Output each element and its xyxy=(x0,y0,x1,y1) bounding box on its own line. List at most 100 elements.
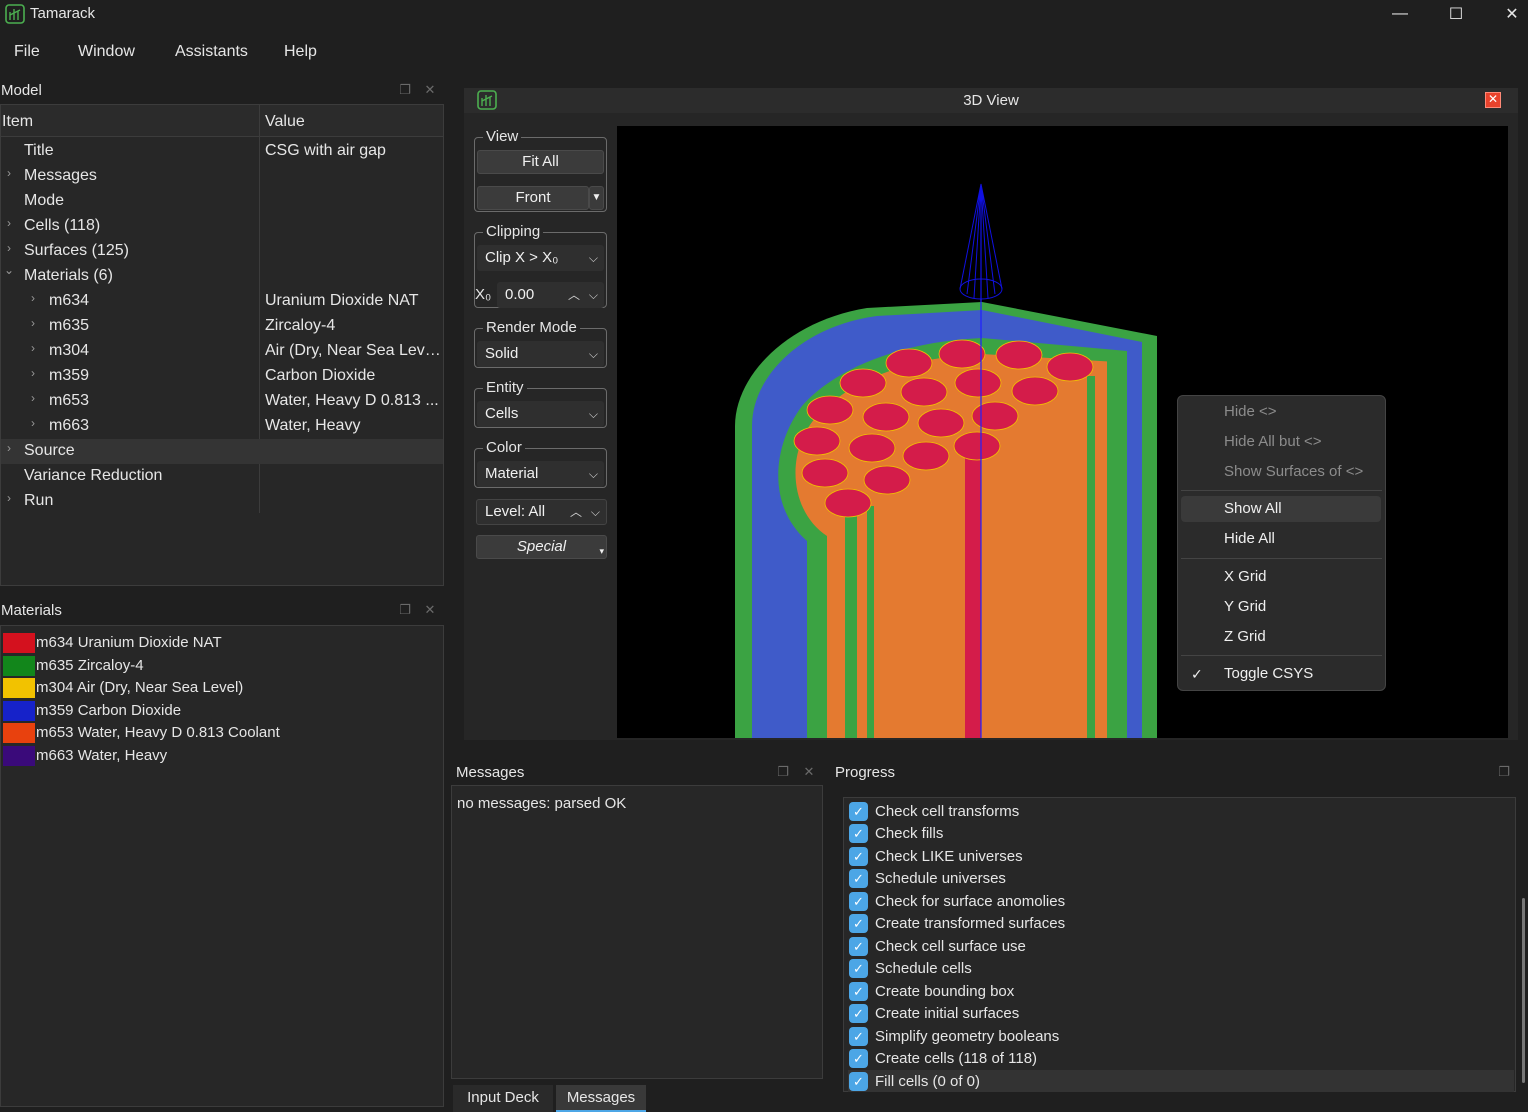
tree-row-variance-reduction[interactable]: Variance Reduction xyxy=(1,464,443,489)
close-icon[interactable]: ✕ xyxy=(422,82,438,98)
float-icon[interactable]: ❐ xyxy=(1496,764,1512,780)
close-icon[interactable]: ✕ xyxy=(1485,92,1501,108)
tree-row-m663[interactable]: › m663 Water, Heavy xyxy=(1,414,443,439)
level-spinbox[interactable]: Level: All ︿ ⌵ xyxy=(476,499,607,525)
menu-file[interactable]: File xyxy=(14,43,40,61)
chevron-right-icon[interactable]: › xyxy=(3,241,15,255)
tree-row-materials[interactable]: ⌄ Materials (6) xyxy=(1,263,443,289)
special-button[interactable]: Special ▾ xyxy=(476,535,607,559)
menu-assistants[interactable]: Assistants xyxy=(175,43,248,61)
ctx-show-surfaces-of[interactable]: Show Surfaces of <> xyxy=(1181,459,1381,485)
tree-row-cells[interactable]: › Cells (118) xyxy=(1,214,443,239)
float-icon[interactable]: ❐ xyxy=(397,602,413,618)
chevron-down-icon[interactable]: ⌵ xyxy=(591,500,600,524)
fit-all-button[interactable]: Fit All xyxy=(477,150,604,174)
progress-list[interactable]: ✓ Check cell transforms ✓ Check fills ✓ Che… xyxy=(843,797,1516,1092)
ctx-z-grid[interactable]: Z Grid xyxy=(1181,624,1381,650)
chevron-right-icon[interactable]: › xyxy=(3,166,15,180)
tab-messages[interactable]: Messages xyxy=(556,1085,646,1112)
progress-panel-title: Progress ❐ xyxy=(835,760,1528,784)
ctx-hide[interactable]: Hide <> xyxy=(1181,399,1381,425)
chevron-right-icon[interactable]: › xyxy=(27,416,39,430)
column-value[interactable]: Value xyxy=(265,113,305,131)
ctx-y-grid[interactable]: Y Grid xyxy=(1181,594,1381,620)
close-button[interactable]: ✕ xyxy=(1484,0,1528,28)
tree-row-title[interactable]: Title CSG with air gap xyxy=(1,139,443,164)
tree-row-run[interactable]: › Run xyxy=(1,489,443,514)
checkbox-checked-icon[interactable]: ✓ xyxy=(849,892,868,911)
view3d-title: 3D View xyxy=(963,92,1019,109)
tree-row-m634[interactable]: › m634 Uranium Dioxide NAT xyxy=(1,289,443,314)
checkbox-checked-icon[interactable]: ✓ xyxy=(849,802,868,821)
checkbox-checked-icon[interactable]: ✓ xyxy=(849,937,868,956)
checkbox-checked-icon[interactable]: ✓ xyxy=(849,914,868,933)
front-view-button[interactable]: Front xyxy=(477,186,589,210)
checkbox-checked-icon[interactable]: ✓ xyxy=(849,869,868,888)
material-swatch xyxy=(3,656,35,676)
ctx-x-grid[interactable]: X Grid xyxy=(1181,564,1381,590)
chevron-right-icon[interactable]: › xyxy=(27,341,39,355)
menu-help[interactable]: Help xyxy=(284,43,317,61)
tree-row-mode[interactable]: Mode xyxy=(1,189,443,214)
chevron-right-icon[interactable]: › xyxy=(27,391,39,405)
chevron-up-icon[interactable]: ︿ xyxy=(570,500,582,524)
x0-label: X₀ xyxy=(475,286,492,303)
chevron-right-icon[interactable]: › xyxy=(27,291,39,305)
checkbox-checked-icon[interactable]: ✓ xyxy=(849,847,868,866)
checkbox-checked-icon[interactable]: ✓ xyxy=(849,1072,868,1091)
checkbox-checked-icon[interactable]: ✓ xyxy=(849,1049,868,1068)
color-select[interactable]: Material ⌵ xyxy=(477,461,604,487)
chevron-right-icon[interactable]: › xyxy=(3,441,15,455)
entity-select[interactable]: Cells ⌵ xyxy=(477,401,604,427)
progress-item: ✓ Check fills xyxy=(848,822,1514,844)
render-mode-select[interactable]: Solid ⌵ xyxy=(477,341,604,367)
ctx-show-all[interactable]: Show All xyxy=(1181,496,1381,522)
ctx-hide-all-but[interactable]: Hide All but <> xyxy=(1181,429,1381,455)
progress-scrollbar[interactable] xyxy=(1522,898,1525,1083)
checkbox-checked-icon[interactable]: ✓ xyxy=(849,1027,868,1046)
chevron-right-icon[interactable]: › xyxy=(27,366,39,380)
chevron-down-icon[interactable]: ⌄ xyxy=(3,263,15,277)
float-icon[interactable]: ❐ xyxy=(775,764,791,780)
tree-row-m653[interactable]: › m653 Water, Heavy D 0.813 ... xyxy=(1,389,443,414)
float-icon[interactable]: ❐ xyxy=(397,82,413,98)
column-item[interactable]: Item xyxy=(2,113,33,131)
tree-row-messages[interactable]: › Messages xyxy=(1,164,443,189)
chevron-right-icon[interactable]: › xyxy=(3,491,15,505)
materials-list[interactable]: m634 Uranium Dioxide NAT m635 Zircaloy-4… xyxy=(0,625,444,1107)
messages-output[interactable]: no messages: parsed OK xyxy=(451,785,823,1079)
progress-item: ✓ Create initial surfaces xyxy=(848,1002,1514,1024)
chevron-down-icon[interactable]: ⌵ xyxy=(589,282,598,308)
checkbox-checked-icon[interactable]: ✓ xyxy=(849,1004,868,1023)
progress-item: ✓ Check cell transforms xyxy=(848,800,1514,822)
checkbox-checked-icon[interactable]: ✓ xyxy=(849,959,868,978)
menu-window[interactable]: Window xyxy=(78,43,135,61)
ctx-toggle-csys[interactable]: ✓ Toggle CSYS xyxy=(1181,661,1381,687)
clip-mode-select[interactable]: Clip X > X₀ ⌵ xyxy=(477,245,604,271)
tree-row-m304[interactable]: › m304 Air (Dry, Near Sea Level) xyxy=(1,339,443,364)
tree-row-source[interactable]: › Source xyxy=(1,439,443,464)
close-icon[interactable]: ✕ xyxy=(422,602,438,618)
checkbox-checked-icon[interactable]: ✓ xyxy=(849,824,868,843)
maximize-button[interactable]: ☐ xyxy=(1428,0,1484,28)
chevron-right-icon[interactable]: › xyxy=(27,316,39,330)
tree-row-m359[interactable]: › m359 Carbon Dioxide xyxy=(1,364,443,389)
tab-input-deck[interactable]: Input Deck xyxy=(453,1085,553,1112)
tree-row-surfaces[interactable]: › Surfaces (125) xyxy=(1,239,443,264)
ctx-hide-all[interactable]: Hide All xyxy=(1181,526,1381,552)
checkmark-icon: ✓ xyxy=(1191,666,1203,682)
chevron-up-icon[interactable]: ︿ xyxy=(568,282,580,308)
progress-item: ✓ Schedule cells xyxy=(848,957,1514,979)
checkbox-checked-icon[interactable]: ✓ xyxy=(849,982,868,1001)
model-tree[interactable]: Item Value Title CSG with air gap › Messag… xyxy=(0,104,444,586)
material-swatch xyxy=(3,678,35,698)
close-icon[interactable]: ✕ xyxy=(801,764,817,780)
chevron-right-icon[interactable]: › xyxy=(3,216,15,230)
view-dropdown-icon[interactable]: ▼ xyxy=(589,186,604,210)
progress-item: ✓ Check for surface anomolies xyxy=(848,890,1514,912)
x0-spinbox[interactable]: 0.00 ︿ ⌵ xyxy=(497,282,604,308)
minimize-button[interactable]: — xyxy=(1372,0,1428,28)
view-group: View Fit All Front ▼ xyxy=(474,128,607,212)
maximize-icon: ☐ xyxy=(1448,6,1464,23)
tree-row-m635[interactable]: › m635 Zircaloy-4 xyxy=(1,314,443,339)
